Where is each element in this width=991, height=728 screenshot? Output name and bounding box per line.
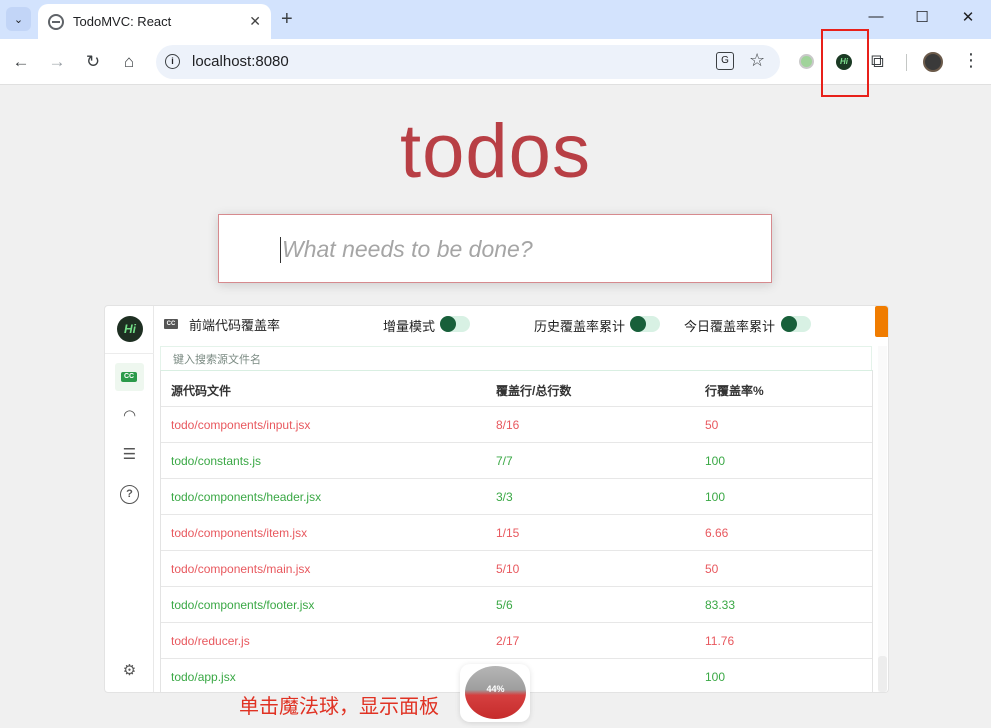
new-todo-placeholder: What needs to be done?	[282, 236, 533, 262]
new-todo-input[interactable]: What needs to be done?	[218, 214, 772, 283]
chevron-down-icon: ⌄	[13, 13, 24, 26]
coverage-panel: Hi CC ◠ ☰ ? ⚙ CC 前端代码覆盖率 增量模式 历史覆盖率累计 今日…	[104, 305, 889, 693]
panel-title: 前端代码覆盖率	[189, 318, 281, 333]
lines-cell: 1/15	[496, 526, 520, 540]
forward-icon[interactable]: →	[46, 51, 68, 73]
hi-logo: Hi	[117, 316, 143, 342]
file-cell[interactable]: todo/components/footer.jsx	[171, 598, 314, 612]
translate-icon[interactable]: G	[716, 52, 734, 70]
tab-title: TodoMVC: React	[73, 14, 172, 29]
settings-gear-icon[interactable]: ⚙	[120, 661, 139, 680]
file-cell[interactable]: todo/reducer.js	[171, 634, 250, 648]
table-row[interactable]: todo/components/footer.jsx 5/6 83.33	[161, 587, 872, 623]
lines-cell: 7/7	[496, 454, 513, 468]
sidebar-divider	[105, 353, 154, 354]
sidebar-item-coverage[interactable]: CC	[115, 363, 144, 391]
table-row[interactable]: todo/components/input.jsx 8/16 50	[161, 407, 872, 443]
minimize-button[interactable]: —	[866, 8, 886, 25]
lines-cell: 2/17	[496, 634, 520, 648]
table-row[interactable]: todo/constants.js 7/7 100	[161, 443, 872, 479]
speedometer-icon[interactable]: ◠	[120, 406, 139, 425]
file-cell[interactable]: todo/app.jsx	[171, 670, 236, 684]
toggle-today[interactable]	[781, 316, 811, 332]
lines-cell: 3/3	[496, 490, 513, 504]
file-cell[interactable]: todo/components/input.jsx	[171, 418, 310, 432]
tab-todomvc[interactable]: TodoMVC: React ✕	[38, 4, 271, 39]
bookmark-star-icon[interactable]: ☆	[749, 50, 765, 71]
cc-badge-icon: CC	[164, 319, 178, 329]
toggle-incremental-label: 增量模式	[383, 319, 436, 334]
tab-close-icon[interactable]: ✕	[249, 13, 261, 30]
notebook-icon[interactable]: ☰	[120, 445, 139, 464]
lines-cell: 5/6	[496, 598, 513, 612]
table-row[interactable]: todo/components/main.jsx 5/10 50	[161, 551, 872, 587]
file-cell[interactable]: todo/components/main.jsx	[171, 562, 310, 576]
toggle-knob	[781, 316, 797, 332]
url-text: localhost:8080	[192, 53, 289, 70]
coverage-percent: 44%	[486, 684, 505, 694]
magic-ball[interactable]: 44%	[465, 666, 526, 719]
lines-cell: 5/10	[496, 562, 520, 576]
scrollbar-track[interactable]	[878, 346, 887, 692]
text-caret	[280, 237, 281, 263]
new-tab-button[interactable]: +	[281, 7, 293, 31]
panel-header: CC 前端代码覆盖率 增量模式 历史覆盖率累计 今日覆盖率累计 ⇪	[154, 306, 888, 342]
toggle-today-label: 今日覆盖率累计	[684, 319, 776, 334]
rate-cell: 100	[705, 490, 726, 504]
extension-dot-icon[interactable]	[799, 54, 814, 69]
column-header[interactable]: 覆盖行/总行数	[496, 382, 571, 399]
rate-cell: 100	[705, 670, 726, 684]
upload-button[interactable]: ⇪	[875, 306, 888, 337]
lines-cell: 8/16	[496, 418, 520, 432]
toolbar-divider	[906, 54, 907, 71]
back-icon[interactable]: ←	[10, 51, 32, 73]
menu-kebab-icon[interactable]: ⋮	[962, 50, 980, 71]
file-cell[interactable]: todo/constants.js	[171, 454, 261, 468]
toggle-knob	[630, 316, 646, 332]
rate-cell: 100	[705, 454, 726, 468]
coverage-table: 源代码文件 覆盖行/总行数 行覆盖率% todo/components/inpu…	[160, 370, 873, 692]
rate-cell: 6.66	[705, 526, 729, 540]
window-close-button[interactable]: ✕	[958, 8, 978, 26]
toggle-history-label: 历史覆盖率累计	[534, 319, 626, 334]
table-row[interactable]: todo/components/header.jsx 3/3 100	[161, 479, 872, 515]
home-icon[interactable]: ⌂	[118, 51, 140, 73]
table-row[interactable]: todo/reducer.js 2/17 11.76	[161, 623, 872, 659]
file-cell[interactable]: todo/components/header.jsx	[171, 490, 321, 504]
file-cell[interactable]: todo/components/item.jsx	[171, 526, 307, 540]
address-bar[interactable]: i localhost:8080 G ☆	[156, 45, 780, 79]
table-row[interactable]: todo/components/item.jsx 1/15 6.66	[161, 515, 872, 551]
tab-search-button[interactable]: ⌄	[6, 7, 31, 31]
column-header[interactable]: 行覆盖率%	[705, 382, 764, 399]
help-icon[interactable]: ?	[120, 485, 139, 504]
panel-sidebar: Hi CC ◠ ☰ ? ⚙	[105, 306, 154, 692]
scrollbar-thumb[interactable]	[878, 656, 887, 692]
maximize-button[interactable]: ☐	[912, 8, 932, 26]
rate-cell: 50	[705, 418, 719, 432]
rate-cell: 50	[705, 562, 719, 576]
file-search-input[interactable]: 键入搜索源文件名	[160, 346, 872, 370]
annotation-highlight-box	[821, 29, 869, 97]
toggle-history[interactable]	[630, 316, 660, 332]
toggle-incremental[interactable]	[440, 316, 470, 332]
cc-icon: CC	[121, 372, 137, 382]
globe-icon	[48, 13, 64, 30]
toggle-knob	[440, 316, 456, 332]
reload-icon[interactable]: ↻	[82, 51, 104, 73]
rate-cell: 11.76	[705, 634, 735, 648]
annotation-caption: 单击魔法球，显示面板	[239, 696, 439, 718]
extensions-puzzle-icon[interactable]: ⧉	[871, 51, 884, 72]
rate-cell: 83.33	[705, 598, 736, 612]
table-header-row: 源代码文件 覆盖行/总行数 行覆盖率%	[161, 371, 872, 407]
page-title: todos	[400, 109, 591, 194]
magic-ball-container[interactable]: 44%	[460, 664, 530, 722]
profile-avatar[interactable]	[923, 52, 943, 72]
site-info-icon[interactable]: i	[165, 54, 180, 69]
column-header[interactable]: 源代码文件	[171, 382, 231, 399]
